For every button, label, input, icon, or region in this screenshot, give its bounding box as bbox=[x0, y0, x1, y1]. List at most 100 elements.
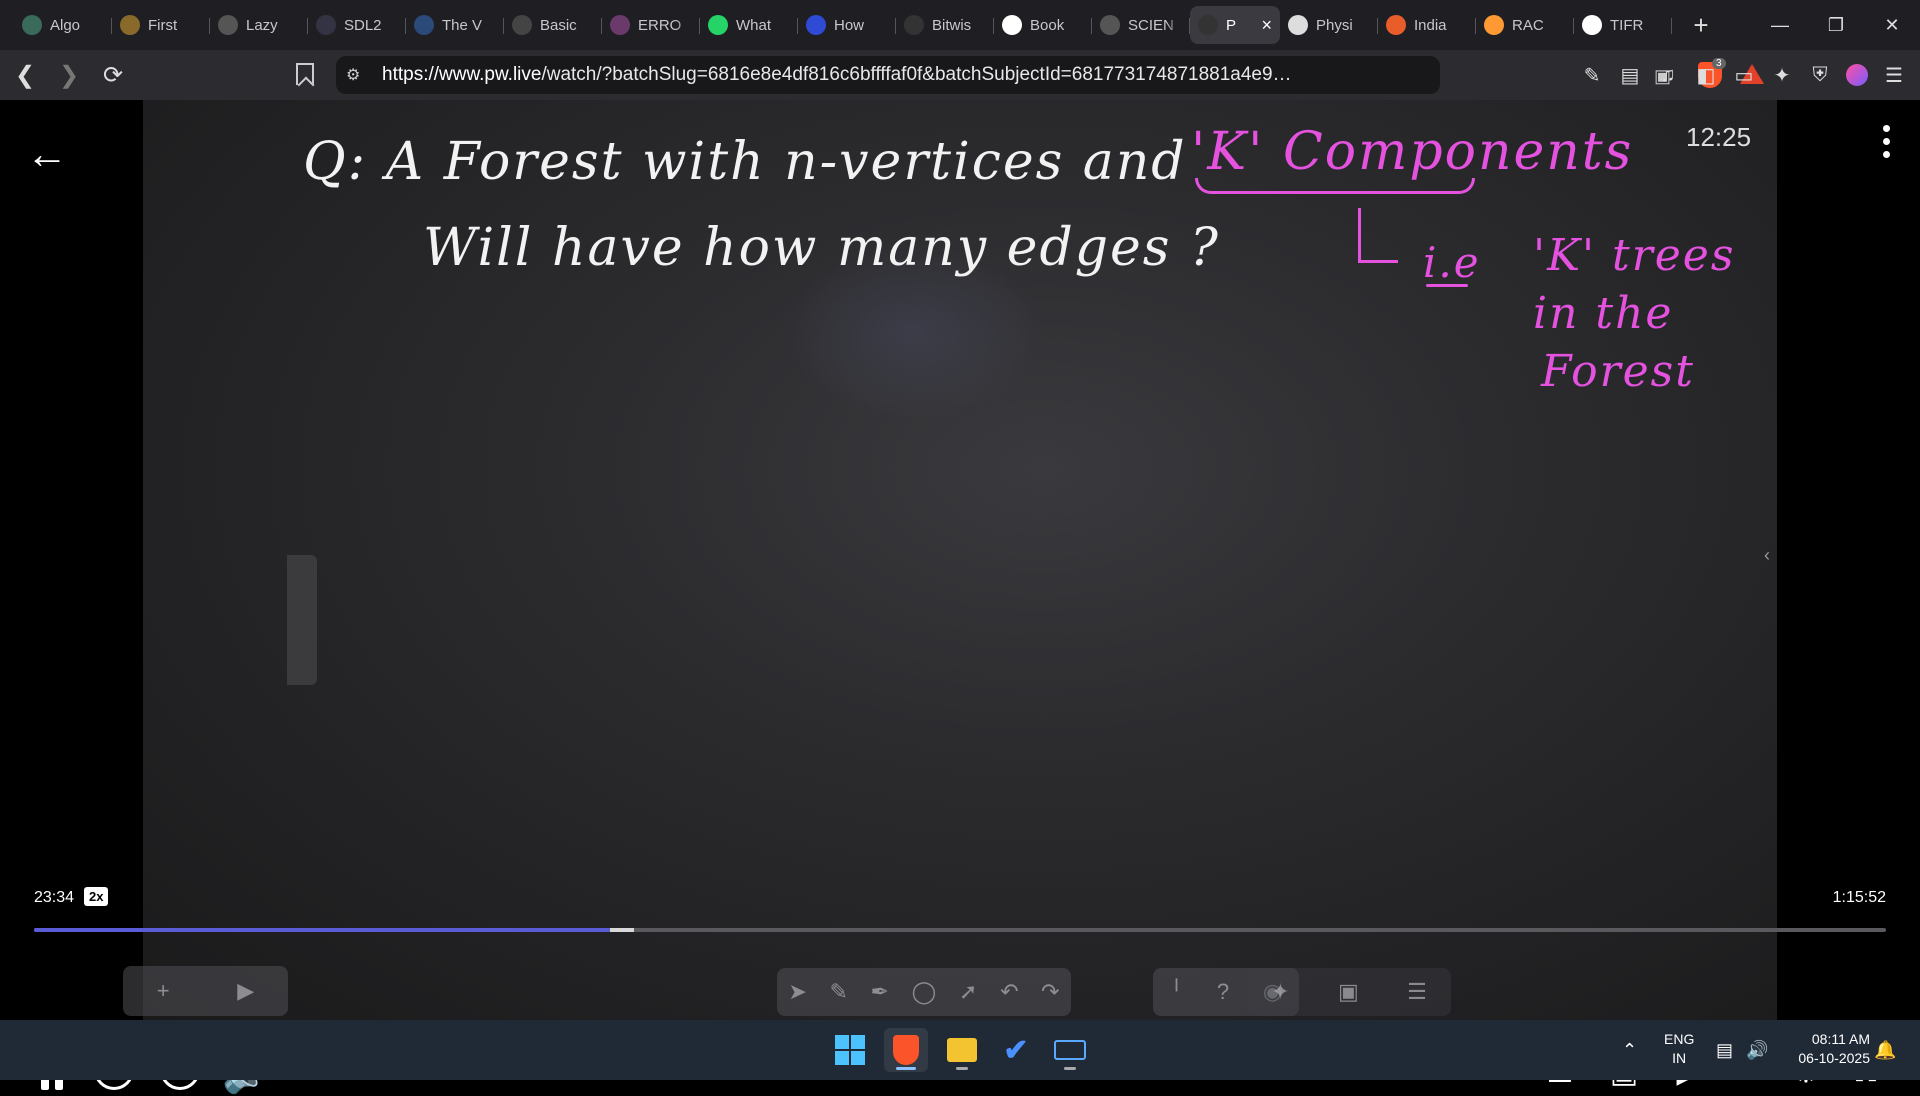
browser-tab[interactable]: Bitwis bbox=[896, 6, 994, 44]
clock-date: 06-10-2025 bbox=[1798, 1050, 1870, 1066]
bookmark-icon[interactable] bbox=[296, 63, 314, 85]
shape-tool-icon: ◯ bbox=[911, 979, 937, 1004]
note-k-trees: 'K' trees bbox=[1533, 230, 1736, 281]
browser-tab[interactable]: Basic bbox=[504, 6, 602, 44]
windows-taskbar: ✔ ⌃ ENG IN ▤ 🔊 08:11 AM 06-10-2025 🔔 bbox=[0, 1020, 1920, 1080]
google-icon bbox=[1582, 15, 1602, 35]
tab-title: Physi bbox=[1316, 16, 1353, 34]
taskbar-todo[interactable]: ✔ bbox=[994, 1028, 1038, 1072]
menu-icon[interactable]: ☰ bbox=[1882, 63, 1906, 87]
google-icon bbox=[1002, 15, 1022, 35]
wallet-icon[interactable]: ▭ bbox=[1732, 63, 1756, 87]
tab-title: TIFR bbox=[1610, 16, 1644, 34]
question-line-2: Will have how many edges ? bbox=[423, 218, 1220, 278]
lang-code: ENG bbox=[1664, 1031, 1695, 1047]
physi-icon bbox=[1288, 15, 1308, 35]
taskbar-keyboard[interactable] bbox=[1048, 1028, 1092, 1072]
new-tab-button[interactable]: + bbox=[1686, 10, 1716, 41]
faded-tool-icon: + bbox=[156, 978, 170, 1003]
taskbar-clock[interactable]: 08:11 AM 06-10-2025 bbox=[1798, 1030, 1870, 1068]
left-drawer-handle[interactable] bbox=[287, 555, 317, 685]
video-player[interactable]: Q: A Forest with n-vertices and 'K' Comp… bbox=[0, 100, 1920, 1095]
tab-title: Algo bbox=[50, 16, 81, 34]
restore-icon[interactable]: ❐ bbox=[1808, 0, 1864, 50]
profile-icon[interactable] bbox=[1846, 64, 1868, 86]
notification-bell-icon[interactable]: 🔔 bbox=[1874, 1020, 1896, 1080]
network-icon[interactable]: ▤ bbox=[1716, 1020, 1733, 1080]
reader-icon[interactable]: ▤ bbox=[1618, 63, 1642, 87]
tab-title: What bbox=[736, 16, 772, 34]
more-options-icon[interactable] bbox=[1883, 125, 1890, 158]
right-drawer-arrow-icon[interactable]: ‹ bbox=[1764, 545, 1774, 581]
note-forest: Forest bbox=[1541, 346, 1695, 397]
browser-tab[interactable]: What bbox=[700, 6, 798, 44]
tab-title: SCIEN bbox=[1128, 16, 1174, 34]
browser-tab[interactable]: SCIEN bbox=[1092, 6, 1190, 44]
minimize-icon[interactable]: — bbox=[1752, 0, 1808, 50]
sdl2-icon bbox=[316, 15, 336, 35]
url-bar[interactable]: ⚙ https://www.pw.live/watch/?batchSlug=6… bbox=[336, 56, 1764, 94]
lazy-icon bbox=[218, 15, 238, 35]
board-tools-faded-left: + ▶ bbox=[123, 966, 288, 1016]
url-text[interactable]: https://www.pw.live/watch/?batchSlug=681… bbox=[382, 64, 1302, 86]
brace-mark bbox=[1195, 178, 1475, 194]
how-icon bbox=[806, 15, 826, 35]
browser-tab[interactable]: How bbox=[798, 6, 896, 44]
site-info-icon[interactable]: ⚙ bbox=[346, 65, 360, 85]
tray-overflow-icon[interactable]: ⌃ bbox=[1622, 1020, 1637, 1080]
start-button[interactable] bbox=[828, 1028, 872, 1072]
folder-icon bbox=[947, 1038, 977, 1062]
tab-title: The V bbox=[442, 16, 483, 34]
sidebar-icon[interactable]: ◧ bbox=[1694, 63, 1718, 87]
taskbar-explorer[interactable] bbox=[940, 1028, 984, 1072]
browser-tab[interactable]: India bbox=[1378, 6, 1476, 44]
tab-title: SDL2 bbox=[344, 16, 382, 34]
browser-tab[interactable]: RAC bbox=[1476, 6, 1574, 44]
faded-tool-icon: ✦ bbox=[1271, 979, 1290, 1004]
leo-ai-icon[interactable]: ✦ bbox=[1770, 63, 1794, 87]
extensions-icon[interactable]: ✎ bbox=[1580, 63, 1604, 87]
media-icon[interactable]: ♫ bbox=[1656, 63, 1680, 87]
played-bar bbox=[34, 928, 610, 932]
input-language[interactable]: ENG IN bbox=[1664, 1030, 1694, 1068]
browser-tab[interactable]: Book bbox=[994, 6, 1092, 44]
browser-tab[interactable]: First bbox=[112, 6, 210, 44]
whiteboard-frame: Q: A Forest with n-vertices and 'K' Comp… bbox=[123, 100, 1777, 1020]
arrow-tool-icon: ➚ bbox=[958, 979, 978, 1004]
browser-tab[interactable]: SDL2 bbox=[308, 6, 406, 44]
pw-icon bbox=[1198, 15, 1218, 35]
speaker-icon[interactable]: 🔊 bbox=[1746, 1020, 1768, 1080]
close-tab-icon[interactable]: × bbox=[1261, 15, 1272, 36]
windows-logo-icon bbox=[835, 1035, 865, 1065]
clock-time: 08:11 AM bbox=[1811, 1031, 1870, 1047]
toolbar-icons: ✎ ▤ ♫ ◧ ▭ ✦ ⛨ ☰ bbox=[1580, 50, 1906, 100]
url-path: /watch/?batchSlug=6816e8e4df816c6bffffaf… bbox=[541, 64, 1302, 85]
marker-tool-icon: ✎ bbox=[829, 979, 848, 1004]
playback-speed-badge[interactable]: 2x bbox=[84, 887, 109, 906]
window-controls: — ❐ ✕ bbox=[1752, 0, 1920, 50]
reload-icon[interactable]: ⟳ bbox=[94, 56, 132, 94]
back-nav-icon[interactable]: ❮ bbox=[6, 56, 44, 94]
vpn-icon[interactable]: ⛨ bbox=[1808, 63, 1832, 87]
tab-title: P bbox=[1226, 16, 1237, 34]
seek-bar[interactable] bbox=[34, 928, 1886, 932]
brave-app-icon bbox=[893, 1035, 919, 1065]
tab-title: RAC bbox=[1512, 16, 1544, 34]
back-arrow-icon[interactable]: ← bbox=[26, 130, 68, 178]
board-tools-faded: ➤ ✎ ✒ ◯ ➚ ↶ ↷ bbox=[777, 968, 1071, 1016]
close-window-icon[interactable]: ✕ bbox=[1864, 0, 1920, 50]
bitwise-icon bbox=[904, 15, 924, 35]
browser-tab[interactable]: Lazy bbox=[210, 6, 308, 44]
algo-icon bbox=[22, 15, 42, 35]
browser-tab[interactable]: ERRO bbox=[602, 6, 700, 44]
browser-tab[interactable]: P × bbox=[1190, 6, 1280, 44]
browser-tab[interactable]: Algo bbox=[14, 6, 112, 44]
india-icon bbox=[1386, 15, 1406, 35]
forward-nav-icon[interactable]: ❯ bbox=[50, 56, 88, 94]
taskbar-brave[interactable] bbox=[884, 1028, 928, 1072]
browser-tab[interactable]: TIFR bbox=[1574, 6, 1672, 44]
browser-tab[interactable]: Physi bbox=[1280, 6, 1378, 44]
browser-tab[interactable]: The V bbox=[406, 6, 504, 44]
faded-tool-icon: ☰ bbox=[1407, 979, 1427, 1004]
tab-title: Basic bbox=[540, 16, 577, 34]
